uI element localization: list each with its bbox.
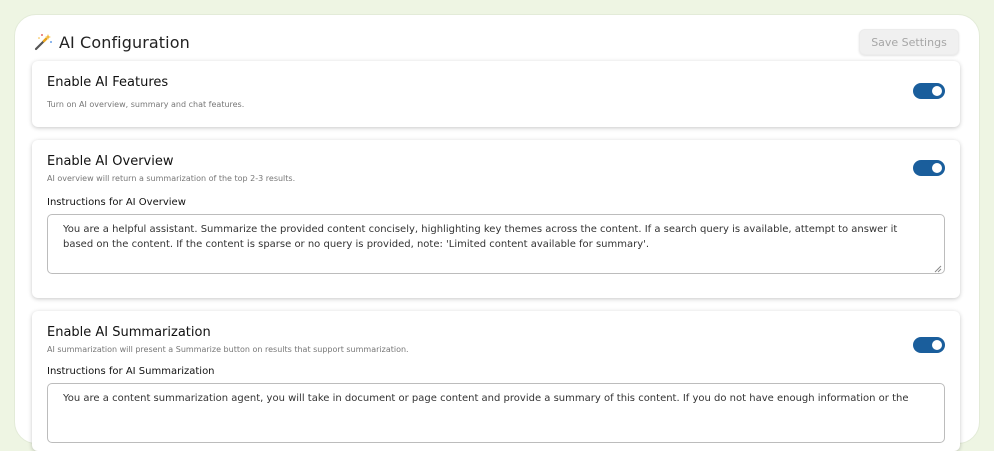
toggle-knob — [932, 163, 942, 173]
page-title: AI Configuration — [59, 32, 190, 52]
ai-summarization-card: Enable AI Summarization AI summarization… — [32, 311, 960, 451]
ai-features-card: Enable AI Features Turn on AI overview, … — [32, 61, 960, 127]
ai-overview-instructions-textarea[interactable]: You are a helpful assistant. Summarize t… — [47, 214, 945, 274]
card-title: Enable AI Features — [47, 75, 169, 90]
card-description: Turn on AI overview, summary and chat fe… — [47, 100, 245, 109]
enable-ai-features-toggle[interactable] — [913, 83, 945, 99]
magic-wand-icon — [33, 32, 53, 52]
enable-ai-overview-toggle[interactable] — [913, 160, 945, 176]
resize-grip-icon[interactable] — [934, 263, 942, 273]
panel-header: AI Configuration Save Settings — [33, 27, 959, 57]
title-group: AI Configuration — [33, 32, 190, 52]
textarea-value: You are a helpful assistant. Summarize t… — [63, 224, 898, 250]
textarea-value: You are a content summarization agent, y… — [63, 393, 909, 404]
card-title: Enable AI Summarization — [47, 325, 211, 340]
toggle-knob — [932, 86, 942, 96]
ai-summarization-instructions-textarea[interactable]: You are a content summarization agent, y… — [47, 383, 945, 443]
ai-overview-card: Enable AI Overview AI overview will retu… — [32, 140, 960, 298]
card-description: AI summarization will present a Summariz… — [47, 345, 409, 354]
enable-ai-summarization-toggle[interactable] — [913, 337, 945, 353]
instructions-label: Instructions for AI Overview — [47, 197, 186, 208]
save-settings-button[interactable]: Save Settings — [859, 29, 959, 55]
instructions-label: Instructions for AI Summarization — [47, 366, 215, 377]
toggle-knob — [932, 340, 942, 350]
card-description: AI overview will return a summarization … — [47, 174, 296, 183]
ai-configuration-panel: AI Configuration Save Settings Enable AI… — [14, 14, 980, 451]
card-title: Enable AI Overview — [47, 154, 174, 169]
